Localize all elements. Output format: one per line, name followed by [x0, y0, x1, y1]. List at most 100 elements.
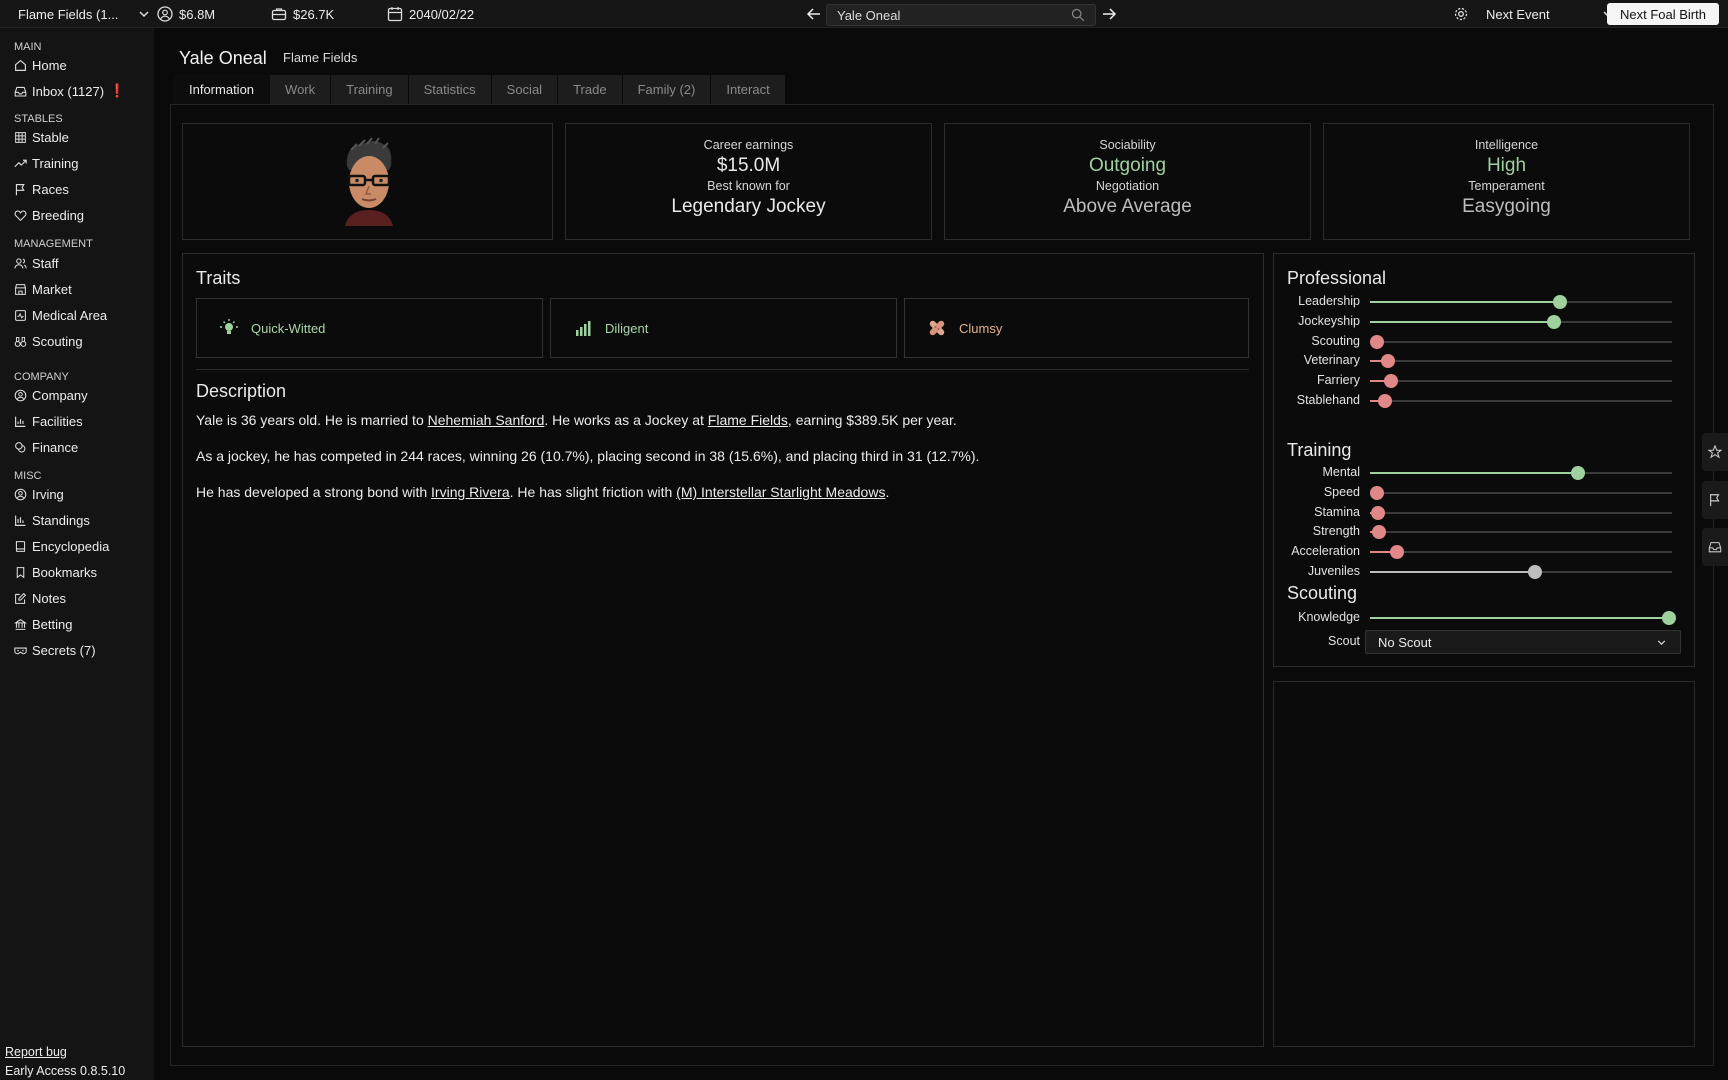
professional-skill-slider-fill [1370, 301, 1561, 303]
inbox-icon [1708, 542, 1722, 553]
stable-link[interactable]: Flame Fields [283, 50, 357, 65]
training-skill-label: Speed [1323, 484, 1360, 499]
knowledge-slider [1370, 611, 1676, 625]
settings-button[interactable] [1453, 0, 1469, 28]
description-text: He has developed a strong bond with [196, 484, 432, 500]
inbox-tool-button[interactable] [1702, 528, 1728, 566]
tab-family[interactable]: Family (2) [622, 75, 711, 104]
cash-value: $6.8M [179, 6, 216, 22]
tab-trade[interactable]: Trade [558, 75, 622, 104]
next-event-dropdown[interactable]: Next Event [1486, 0, 1616, 28]
sidebar-item-home[interactable]: Home [14, 56, 67, 74]
report-bug-link[interactable]: Report bug [5, 1045, 67, 1059]
sidebar-item-irving[interactable]: Irving [14, 485, 64, 503]
sidebar-item-label: Market [32, 281, 72, 297]
sidebar-item-stable[interactable]: Stable [14, 128, 69, 146]
tab-work[interactable]: Work [270, 75, 331, 104]
sidebar-item-breeding[interactable]: Breeding [14, 206, 84, 224]
coins-icon [15, 441, 26, 452]
professional-title: Professional [1287, 268, 1387, 288]
tab-social[interactable]: Social [491, 75, 558, 104]
pin-icon [1708, 445, 1722, 459]
training-skill-slider-knob [1527, 565, 1542, 579]
sidebar-item-encyclopedia[interactable]: Encyclopedia [14, 537, 109, 555]
scout-label: Scout [1328, 634, 1360, 648]
sidebar-item-label: Races [32, 181, 69, 197]
search-value: Yale Oneal [837, 7, 901, 23]
trait-diligent[interactable]: Diligent [550, 298, 897, 358]
training-title: Training [1287, 440, 1352, 460]
professional-skill-label: Farriery [1316, 373, 1360, 388]
section-stables: STABLES [14, 113, 63, 125]
tab-bar: Information Work Training Statistics Soc… [174, 75, 786, 104]
professional-skill-slider-knob [1547, 314, 1562, 329]
search-icon[interactable] [1071, 8, 1085, 22]
sidebar-item-label: Betting [32, 616, 73, 632]
sidebar-item-training[interactable]: Training [14, 154, 78, 172]
heart-icon [14, 210, 27, 221]
knowledge-label: Knowledge [1298, 610, 1360, 624]
book-icon [15, 540, 26, 552]
binoculars-icon [14, 336, 27, 347]
description-text: . [885, 484, 890, 500]
employer-link[interactable]: Flame Fields [708, 412, 788, 428]
flag-icon [15, 183, 25, 195]
description-title: Description [196, 381, 287, 401]
professional-skill-slider [1370, 374, 1672, 389]
sidebar-item-company[interactable]: Company [14, 386, 88, 404]
sidebar-item-medical-area[interactable]: Medical Area [14, 306, 107, 324]
alert-icon: ❗ [109, 83, 126, 98]
sidebar-item-inbox[interactable]: Inbox (1127) ❗ [14, 82, 125, 100]
description-paragraph-3: He has developed a strong bond with Irvi… [196, 484, 1236, 500]
section-company: COMPANY [14, 371, 69, 383]
description-paragraph-2: As a jockey, he has competed in 244 race… [196, 448, 980, 464]
knowledge-slider-fill [1370, 617, 1669, 619]
cash-display: $6.8M [157, 0, 215, 28]
trait-quick-witted[interactable]: Quick-Witted [196, 298, 543, 358]
temperament-label: Temperament [1468, 179, 1545, 193]
sidebar-item-finance[interactable]: Finance [14, 438, 78, 456]
trait-label: Clumsy [959, 320, 1003, 336]
professional-skill-label: Stablehand [1296, 393, 1360, 407]
spouse-link[interactable]: Nehemiah Sanford [428, 412, 545, 428]
sidebar-item-facilities[interactable]: Facilities [14, 412, 83, 430]
professional-skill-label: Veterinary [1303, 353, 1360, 368]
user-circle-icon [14, 389, 27, 401]
sidebar-item-label: Stable [32, 129, 69, 145]
sidebar-item-label: Breeding [32, 207, 85, 223]
date-display: 2040/02/22 [387, 0, 474, 28]
tab-information[interactable]: Information [174, 75, 270, 104]
trait-clumsy[interactable]: Clumsy [904, 298, 1249, 358]
tab-statistics[interactable]: Statistics [408, 75, 491, 104]
sidebar-item-secrets[interactable]: Secrets (7) [14, 641, 96, 659]
sidebar-item-staff[interactable]: Staff [14, 254, 59, 272]
briefcase-icon [271, 8, 287, 21]
sidebar-item-scouting[interactable]: Scouting [14, 332, 83, 350]
bond-link[interactable]: Irving Rivera [431, 484, 510, 500]
friction-link[interactable]: (M) Interstellar Starlight Meadows [676, 484, 885, 500]
tab-interact[interactable]: Interact [711, 75, 785, 104]
stable-selector[interactable]: Flame Fields (1... [18, 0, 152, 28]
back-button[interactable] [806, 0, 822, 28]
next-foal-birth-button[interactable]: Next Foal Birth [1607, 3, 1719, 25]
scout-select[interactable]: No Scout [1365, 630, 1681, 654]
sidebar-item-label: Training [32, 155, 79, 171]
wallet-display: $26.7K [271, 0, 334, 28]
training-skill-label: Acceleration [1291, 544, 1360, 559]
forward-button[interactable] [1101, 0, 1117, 28]
flag-tool-button[interactable] [1702, 481, 1728, 519]
sidebar-item-label: Secrets (7) [32, 642, 96, 658]
mask-icon [14, 647, 27, 654]
sidebar-item-notes[interactable]: Notes [14, 589, 66, 607]
best-known-value: Legendary Jockey [671, 196, 826, 217]
sidebar-item-market[interactable]: Market [14, 280, 72, 298]
tab-training[interactable]: Training [331, 75, 408, 104]
edit-icon [15, 592, 27, 604]
sidebar-item-bookmarks[interactable]: Bookmarks [14, 563, 97, 581]
search-input[interactable]: Yale Oneal [826, 4, 1096, 26]
sidebar-item-betting[interactable]: Betting [14, 615, 72, 633]
sidebar-item-races[interactable]: Races [14, 180, 69, 198]
sidebar-item-standings[interactable]: Standings [14, 511, 90, 529]
pin-tool-button[interactable] [1702, 433, 1728, 471]
page-title: Yale Oneal [179, 48, 267, 68]
